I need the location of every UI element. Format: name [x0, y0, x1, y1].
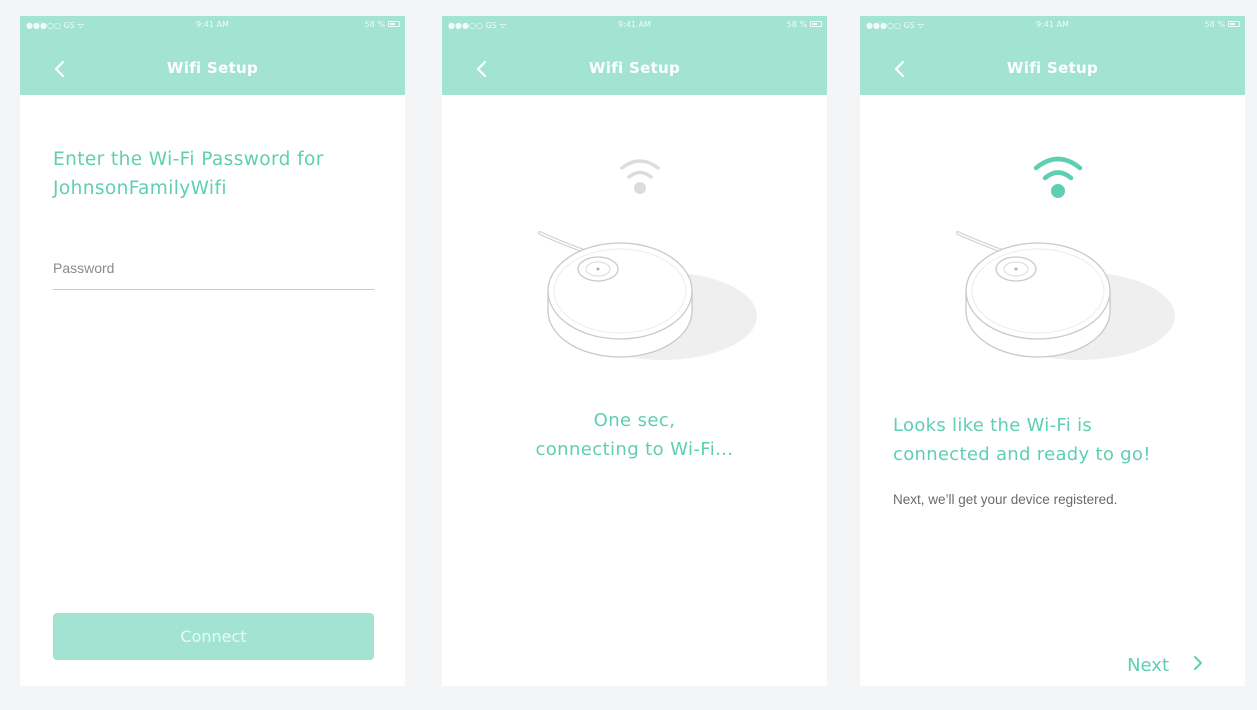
app-header: ●●●○○ GS ᯤ 9:41 AM 58 % Wifi Setup [442, 16, 827, 95]
next-button[interactable]: Next [1127, 652, 1205, 678]
connecting-screen: ●●●○○ GS ᯤ 9:41 AM 58 % Wifi Setup One s… [442, 16, 827, 686]
battery-icon [1228, 21, 1240, 27]
success-line-1: Looks like the Wi-Fi is [893, 415, 1093, 436]
page-title: Wifi Setup [588, 59, 681, 77]
battery-icon [810, 21, 822, 27]
wifi-icon [620, 159, 660, 194]
status-bar: ●●●○○ GS ᯤ 9:41 AM 58 % [442, 16, 827, 34]
connected-screen: ●●●○○ GS ᯤ 9:41 AM 58 % Wifi Setup Looks… [860, 16, 1245, 686]
password-underline [53, 289, 374, 290]
success-line-2: connected and ready to go! [893, 444, 1151, 465]
status-bar: ●●●○○ GS ᯤ 9:41 AM 58 % [20, 16, 405, 34]
connecting-line-1: One sec, [593, 410, 676, 431]
page-title: Wifi Setup [166, 59, 259, 77]
wifi-icon [1033, 156, 1083, 198]
battery-percent: 58 % [1204, 20, 1225, 29]
page-title: Wifi Setup [1006, 59, 1099, 77]
status-time: 9:41 AM [618, 20, 651, 29]
password-input[interactable]: Password [53, 260, 114, 276]
app-header: ●●●○○ GS ᯤ 9:41 AM 58 % Wifi Setup [20, 16, 405, 95]
network-name: JohnsonFamilyWifi [53, 178, 227, 199]
chevron-right-icon [1191, 654, 1205, 677]
connecting-message: One sec, connecting to Wi-Fi… [442, 406, 827, 464]
hub-device-illustration [956, 231, 1175, 360]
battery-icon [388, 21, 400, 27]
password-screen: ●●●○○ GS ᯤ 9:41 AM 58 % Wifi Setup Enter… [20, 16, 405, 686]
next-label: Next [1127, 654, 1169, 676]
app-header: ●●●○○ GS ᯤ 9:41 AM 58 % Wifi Setup [860, 16, 1245, 95]
success-subtitle: Next, we’ll get your device registered. [893, 492, 1118, 507]
connect-button[interactable]: Connect [53, 613, 374, 660]
success-title: Looks like the Wi-Fi is connected and re… [893, 411, 1223, 469]
status-time: 9:41 AM [1036, 20, 1069, 29]
prompt-line-1: Enter the Wi-Fi Password for [53, 149, 324, 170]
battery-percent: 58 % [364, 20, 385, 29]
connecting-line-2: connecting to Wi-Fi… [535, 439, 734, 460]
battery-percent: 58 % [786, 20, 807, 29]
password-prompt: Enter the Wi-Fi Password for JohnsonFami… [53, 145, 383, 203]
status-bar: ●●●○○ GS ᯤ 9:41 AM 58 % [860, 16, 1245, 34]
status-time: 9:41 AM [196, 20, 229, 29]
hub-device-illustration [538, 231, 757, 360]
